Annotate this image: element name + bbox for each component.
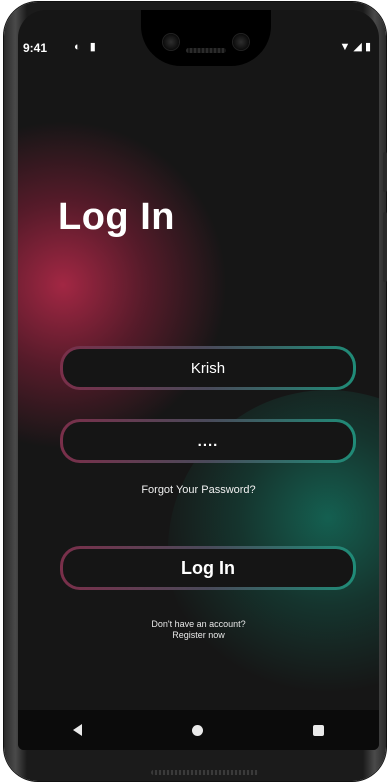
bottom-speaker (151, 770, 259, 775)
status-right-icons: ▼ ◢ ▮ (339, 40, 371, 53)
android-nav-bar (18, 710, 379, 750)
password-field[interactable]: .... (60, 419, 356, 463)
volume-button (383, 212, 387, 282)
username-input[interactable] (63, 358, 353, 378)
wifi-icon: ▼ (339, 41, 351, 53)
recents-icon[interactable] (313, 724, 324, 736)
notch (141, 10, 271, 66)
signal-icon: ◢ (353, 41, 362, 53)
page-title: Log In (58, 196, 175, 238)
front-camera-icon (163, 34, 179, 50)
screen: 9:41 ◐ ▮ ▼ ◢ ▮ Log In .... Forgot Your P… (18, 10, 379, 750)
home-icon[interactable] (192, 724, 203, 736)
no-account-text: Don't have an account? (151, 619, 246, 629)
battery-icon: ▮ (364, 41, 371, 53)
forgot-password-link[interactable]: Forgot Your Password? (18, 484, 379, 496)
red-glow (18, 120, 228, 450)
username-field[interactable] (60, 346, 356, 390)
status-time: 9:41 (23, 41, 48, 55)
phone-frame: 9:41 ◐ ▮ ▼ ◢ ▮ Log In .... Forgot Your P… (4, 2, 387, 781)
status-left-icons: ◐ ▮ (74, 40, 96, 53)
register-link[interactable]: Register now (18, 630, 379, 641)
register-prompt: Don't have an account? Register now (18, 619, 379, 641)
sd-card-icon: ▮ (89, 41, 96, 53)
login-button[interactable]: Log In (60, 546, 356, 590)
back-icon[interactable] (73, 724, 82, 736)
earpiece-speaker (186, 48, 226, 53)
power-button (383, 152, 387, 192)
front-sensor-icon (233, 34, 249, 50)
cast-icon: ◐ (74, 41, 81, 53)
password-input[interactable]: .... (198, 433, 219, 450)
